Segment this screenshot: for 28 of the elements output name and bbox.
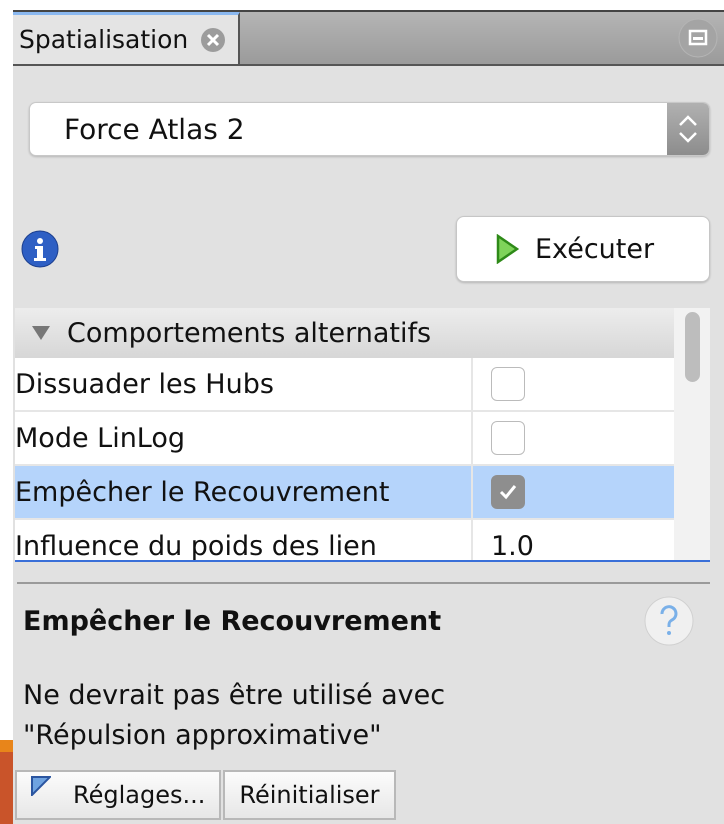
run-button[interactable]: Exécuter bbox=[456, 216, 710, 282]
property-row[interactable]: Influence du poids des lien 1.0 bbox=[15, 520, 674, 560]
property-name: Empêcher le Recouvrement bbox=[15, 466, 473, 518]
property-row[interactable]: Mode LinLog bbox=[15, 412, 674, 466]
property-value[interactable]: 1.0 bbox=[491, 530, 534, 560]
close-icon[interactable] bbox=[200, 26, 226, 52]
property-row[interactable]: Dissuader les Hubs bbox=[15, 358, 674, 412]
help-icon[interactable] bbox=[644, 596, 694, 646]
group-header[interactable]: Comportements alternatifs bbox=[15, 308, 674, 358]
panel-tab[interactable]: Spatialisation bbox=[13, 12, 240, 64]
checkbox[interactable] bbox=[491, 475, 525, 509]
property-name: Influence du poids des lien bbox=[15, 520, 473, 560]
reset-button[interactable]: Réinitialiser bbox=[223, 770, 396, 820]
play-icon bbox=[495, 234, 519, 264]
minimize-icon[interactable] bbox=[678, 18, 718, 58]
scrollbar[interactable] bbox=[674, 308, 710, 560]
info-icon[interactable] bbox=[21, 230, 59, 268]
description-title: Empêcher le Recouvrement bbox=[23, 606, 442, 636]
corner-triangle-icon bbox=[31, 776, 51, 796]
collapse-triangle-icon bbox=[31, 325, 51, 341]
property-name: Mode LinLog bbox=[15, 412, 473, 464]
property-row[interactable]: Empêcher le Recouvrement bbox=[15, 466, 674, 520]
description-text: Ne devrait pas être utilisé avec "Répulsion approximative" bbox=[23, 679, 446, 753]
algorithm-select[interactable]: Force Atlas 2 bbox=[29, 102, 710, 156]
presets-button[interactable]: Réglages... bbox=[15, 770, 222, 820]
property-name: Dissuader les Hubs bbox=[15, 358, 473, 410]
checkbox[interactable] bbox=[491, 421, 525, 455]
checkbox[interactable] bbox=[491, 367, 525, 401]
